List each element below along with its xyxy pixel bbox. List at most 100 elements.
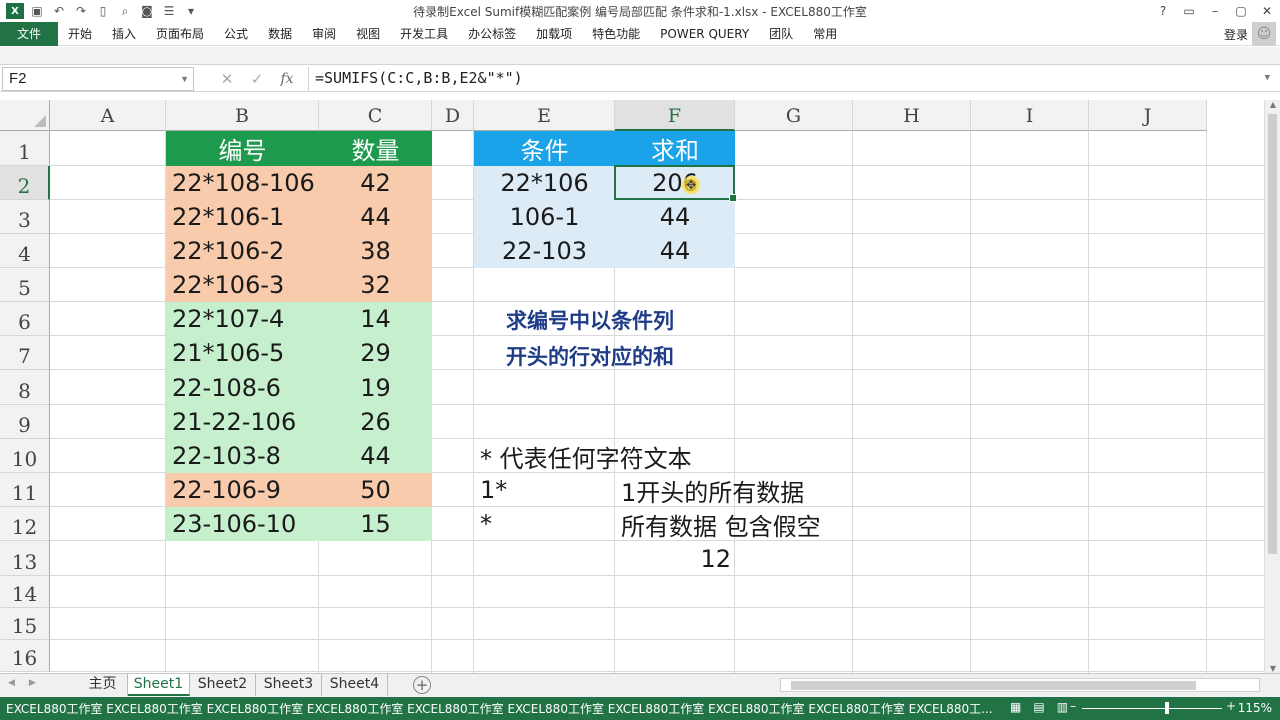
cell-id[interactable]: 22-106-9 [166,473,319,507]
tab-add-ins[interactable]: 加载项 [526,22,582,46]
column-header-e[interactable]: E [474,100,615,131]
cell-condition[interactable]: 106-1 [474,200,615,234]
scroll-down-icon[interactable]: ▼ [1265,664,1280,673]
tab-formulas[interactable]: 公式 [214,22,258,46]
sheet-nav-icon[interactable]: ◀▶ [8,678,50,688]
tab-power-query[interactable]: POWER QUERY [650,22,759,46]
cell-qty[interactable]: 26 [319,405,432,439]
sheet-tab-sheet1[interactable]: Sheet1 [128,674,190,696]
horizontal-scrollbar[interactable] [780,678,1260,692]
cell-sum[interactable]: 44 [615,234,735,268]
header-cell-id[interactable]: 编号 [166,131,319,166]
cell-id[interactable]: 22*106-2 [166,234,319,268]
save-icon[interactable]: ▣ [26,1,48,21]
cell-qty[interactable]: 14 [319,302,432,336]
row-header-16[interactable]: 16 [0,640,50,672]
redo-icon[interactable]: ↷ [70,1,92,21]
cell-id[interactable]: 22*106-3 [166,268,319,302]
scroll-thumb[interactable] [1268,114,1277,554]
cell-qty[interactable]: 15 [319,507,432,541]
restore-button[interactable]: ▢ [1228,0,1254,22]
page-break-view-icon[interactable]: ▥ [1057,700,1068,714]
cell-id[interactable]: 22-103-8 [166,439,319,473]
header-cell-condition[interactable]: 条件 [474,131,615,166]
row-header-9[interactable]: 9 [0,405,50,439]
column-header-a[interactable]: A [50,100,166,131]
cell-qty[interactable]: 38 [319,234,432,268]
cell-sum[interactable]: 44 [615,200,735,234]
print-preview-icon[interactable]: ⌕ [114,1,136,21]
column-header-f[interactable]: F [615,100,735,131]
row-header-14[interactable]: 14 [0,576,50,608]
row-header-7[interactable]: 7 [0,336,50,370]
cell-qty[interactable]: 29 [319,336,432,370]
cell-qty[interactable]: 44 [319,439,432,473]
cell-id[interactable]: 22*106-1 [166,200,319,234]
cell-id[interactable]: 22-108-6 [166,370,319,405]
add-sheet-button[interactable]: + [413,676,431,694]
cell-f12[interactable]: 所有数据 包含假空 [615,507,821,541]
cell-qty[interactable]: 50 [319,473,432,507]
cell-qty[interactable]: 44 [319,200,432,234]
avatar[interactable]: ☺ [1252,22,1276,46]
tab-team[interactable]: 团队 [759,22,803,46]
cell-e12[interactable]: * [474,507,492,541]
scroll-up-icon[interactable]: ▲ [1265,100,1280,109]
tab-special-features[interactable]: 特色功能 [582,22,650,46]
page-layout-view-icon[interactable]: ▤ [1033,700,1044,714]
cell-qty[interactable]: 19 [319,370,432,405]
zoom-out-button[interactable]: – [1070,699,1076,713]
column-header-h[interactable]: H [853,100,971,131]
chevron-down-icon[interactable]: ▼ [180,68,189,90]
select-all-corner[interactable] [0,100,50,131]
tab-common[interactable]: 常用 [803,22,847,46]
row-header-10[interactable]: 10 [0,439,50,473]
column-header-i[interactable]: I [971,100,1089,131]
zoom-slider-thumb[interactable] [1165,702,1169,714]
ribbon-display-button[interactable]: ▭ [1176,0,1202,22]
tab-developer[interactable]: 开发工具 [390,22,458,46]
tab-data[interactable]: 数据 [258,22,302,46]
header-cell-sum[interactable]: 求和 [615,131,735,166]
column-header-d[interactable]: D [432,100,474,131]
cell-id[interactable]: 21*106-5 [166,336,319,370]
row-header-5[interactable]: 5 [0,268,50,302]
cell-id[interactable]: 22*107-4 [166,302,319,336]
tab-file[interactable]: 文件 [0,21,58,46]
customize-qat-icon[interactable]: ▾ [180,1,202,21]
sheet-tab-sheet4[interactable]: Sheet4 [322,674,388,696]
cancel-icon[interactable]: ✕ [212,70,242,88]
expand-formula-icon[interactable]: ▼ [1265,67,1270,89]
tab-insert[interactable]: 插入 [102,22,146,46]
cell-f11[interactable]: 1开头的所有数据 [615,473,804,507]
tab-review[interactable]: 审阅 [302,22,346,46]
cell-qty[interactable]: 42 [319,166,432,200]
help-button[interactable]: ? [1150,0,1176,22]
column-header-j[interactable]: J [1089,100,1207,131]
column-header-g[interactable]: G [735,100,853,131]
zoom-level[interactable]: 115% [1238,701,1272,715]
tab-page-layout[interactable]: 页面布局 [146,22,214,46]
row-header-15[interactable]: 15 [0,608,50,640]
tab-office-tab[interactable]: 办公标签 [458,22,526,46]
cell-id[interactable]: 21-22-106 [166,405,319,439]
camera-icon[interactable]: ◙ [136,1,158,21]
cell-id[interactable]: 22*108-106 [166,166,319,200]
close-button[interactable]: ✕ [1254,0,1280,22]
insert-function-icon[interactable]: fx [272,71,302,87]
tab-home[interactable]: 开始 [58,22,102,46]
cell-e11[interactable]: 1* [474,473,507,507]
row-header-13[interactable]: 13 [0,541,50,576]
zoom-in-button[interactable]: + [1226,699,1236,713]
row-header-1[interactable]: 1 [0,131,50,166]
row-header-8[interactable]: 8 [0,370,50,405]
zoom-slider[interactable] [1082,708,1222,709]
hscroll-thumb[interactable] [791,681,1196,690]
header-cell-qty[interactable]: 数量 [319,131,432,166]
cell-e10-note[interactable]: * 代表任何字符文本 [474,439,692,473]
worksheet-grid[interactable]: A B C D E F G H I J 1 2 3 4 5 6 7 8 9 10 11 12 13 14 15 16 编号 数量 22*… [0,100,1264,673]
normal-view-icon[interactable]: ▦ [1010,700,1021,714]
name-box[interactable]: F2 ▼ [2,67,194,91]
tab-view[interactable]: 视图 [346,22,390,46]
row-header-2[interactable]: 2 [0,166,50,200]
